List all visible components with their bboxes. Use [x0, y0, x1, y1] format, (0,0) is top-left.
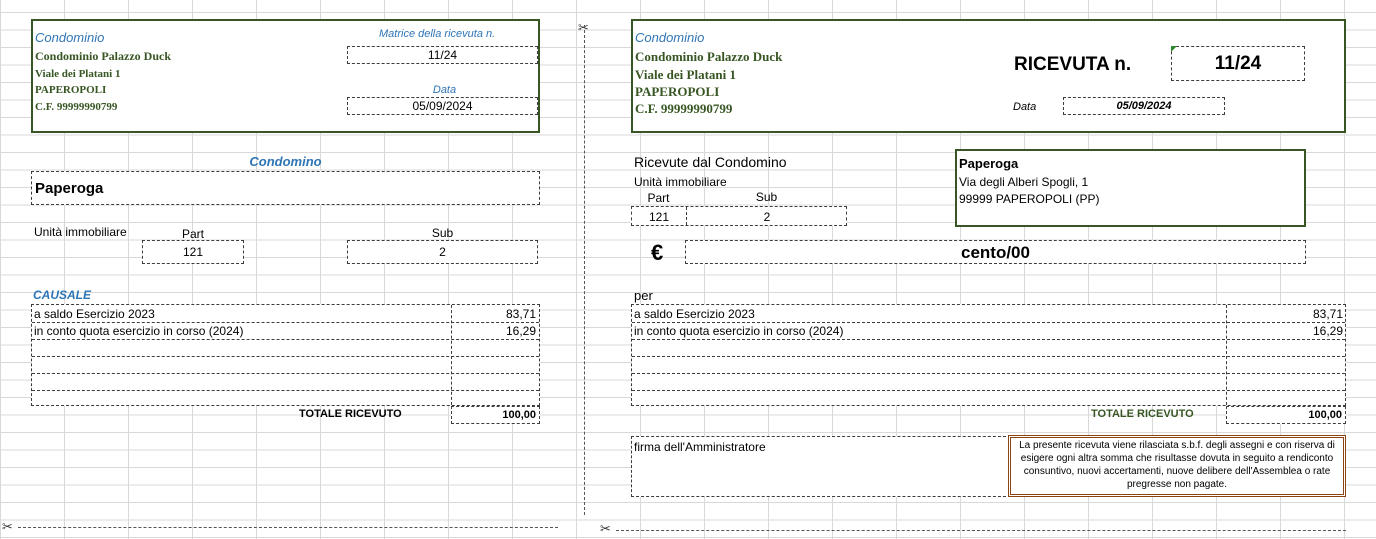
scissors-icon: ✂ [600, 521, 611, 536]
cell-comment-marker [1171, 46, 1177, 52]
stub-condo-cf: C.F. 99999990799 [35, 101, 118, 113]
stub-condomino-label: Condomino [249, 154, 322, 169]
receipt-row-amount[interactable]: 83,71 [1227, 307, 1343, 321]
receipt-unita-field[interactable]: 121 2 [631, 206, 847, 226]
stub-part-label: Part [181, 227, 204, 241]
receipt-part-label: Part [647, 191, 670, 205]
receipt-row-line [632, 356, 1345, 357]
stub-part-field[interactable]: 121 [142, 240, 244, 264]
receipt-number-value: 11/24 [1214, 53, 1262, 74]
vertical-cut-line [584, 25, 585, 515]
stub-row-amount[interactable]: 16,29 [452, 324, 536, 338]
payer-name: Paperoga [959, 156, 1019, 171]
stub-matrice-field[interactable]: 11/24 [347, 46, 538, 64]
disclaimer-text: La presente ricevuta viene rilasciata s.… [1019, 440, 1335, 490]
receipt-row-desc[interactable]: a saldo Esercizio 2023 [634, 307, 755, 321]
stub-row-line [32, 322, 539, 323]
receipt-row-desc[interactable]: in conto quota esercizio in corso (2024) [634, 324, 843, 338]
stub-matrice-label: Matrice della ricevuta n. [379, 28, 496, 40]
stub-condo-name: Condominio Palazzo Duck [35, 49, 172, 63]
scissors-icon: ✂ [2, 519, 13, 534]
receipt-date-field[interactable]: 05/09/2024 [1063, 97, 1225, 115]
stub-condomino-name: Paperoga [35, 180, 104, 197]
receipt-totale-label: TOTALE RICEVUTO [1091, 408, 1194, 420]
horizontal-cut-line [616, 530, 1346, 531]
stub-condomino-field[interactable]: Paperoga [31, 171, 540, 205]
receipt-sub-value: 2 [763, 210, 771, 224]
amount-words-field[interactable]: cento/00 [685, 240, 1306, 264]
stub-header-box: Condominio Condominio Palazzo Duck Viale… [31, 19, 540, 133]
stub-totale-field: 100,00 [451, 406, 540, 424]
stub-row-line [32, 373, 539, 374]
receipt-part-value: 121 [648, 210, 670, 224]
stub-sub-label: Sub [431, 226, 454, 240]
stub-row-desc[interactable]: in conto quota esercizio in corso (2024) [34, 324, 243, 338]
receipt-condo-street: Viale dei Platani 1 [635, 67, 736, 82]
stub-row-line [32, 390, 539, 391]
receipt-number-field[interactable]: 11/24 [1171, 46, 1305, 81]
stub-sub-field[interactable]: 2 [347, 240, 538, 264]
stub-row-line [32, 356, 539, 357]
receipt-row-line [632, 339, 1345, 340]
receipt-unita-label: Unità immobiliare [634, 175, 727, 189]
euro-icon: € [651, 240, 664, 265]
stub-matrice-value: 11/24 [427, 48, 458, 62]
stub-date-value: 05/09/2024 [412, 99, 473, 113]
signature-field[interactable]: firma dell'Amministratore [631, 436, 1011, 497]
stub-causale-table: a saldo Esercizio 2023 83,71 in conto qu… [31, 304, 540, 406]
receipt-row-amount[interactable]: 16,29 [1227, 324, 1343, 338]
payer-address-box: Paperoga Via degli Alberi Spogli, 1 9999… [955, 149, 1306, 227]
receipt-row-line [632, 322, 1345, 323]
receipt-condominio-label: Condominio [635, 30, 705, 45]
stub-row-line [32, 339, 539, 340]
receipt-condo-cf: C.F. 99999990799 [635, 101, 733, 116]
receipt-per-label: per [634, 288, 653, 303]
amount-words-value: cento/00 [961, 243, 1030, 262]
receipt-row-line [632, 373, 1345, 374]
receipt-condo-name: Condominio Palazzo Duck [635, 49, 783, 64]
receipt-totale-field: 100,00 [1226, 406, 1346, 424]
payer-city: 99999 PAPEROPOLI (PP) [959, 192, 1100, 206]
receipt-date-value: 05/09/2024 [1116, 100, 1172, 112]
receipt-causale-table: a saldo Esercizio 2023 83,71 in conto qu… [631, 304, 1346, 406]
stub-row-desc[interactable]: a saldo Esercizio 2023 [34, 307, 155, 321]
stub-totale-label: TOTALE RICEVUTO [299, 408, 402, 420]
stub-totale-value: 100,00 [502, 409, 536, 421]
receipt-totale-value: 100,00 [1308, 409, 1342, 421]
stub-date-field[interactable]: 05/09/2024 [347, 97, 538, 115]
stub-condo-street: Viale dei Platani 1 [35, 68, 121, 80]
receipt-condo-city: PAPEROPOLI [635, 84, 720, 99]
stub-condo-city: PAPEROPOLI [35, 84, 107, 96]
stub-sub-value: 2 [439, 245, 446, 259]
disclaimer-box: La presente ricevuta viene rilasciata s.… [1008, 435, 1346, 497]
receipt-title: RICEVUTA n. [1014, 54, 1132, 75]
stub-part-value: 121 [182, 245, 204, 259]
receipt-row-line [632, 390, 1345, 391]
receipt-sub-label: Sub [755, 190, 778, 204]
stub-unita-label: Unità immobiliare [34, 225, 127, 239]
receipt-ricevute-label: Ricevute dal Condomino [634, 154, 787, 170]
horizontal-cut-line [18, 527, 558, 528]
stub-data-label: Data [432, 84, 457, 96]
receipt-data-label: Data [1013, 101, 1037, 113]
payer-street: Via degli Alberi Spogli, 1 [959, 175, 1089, 189]
stub-condominio-label: Condominio [35, 30, 105, 45]
stub-causale-label: CAUSALE [33, 288, 92, 302]
signature-label: firma dell'Amministratore [634, 440, 766, 454]
stub-row-amount[interactable]: 83,71 [452, 307, 536, 321]
